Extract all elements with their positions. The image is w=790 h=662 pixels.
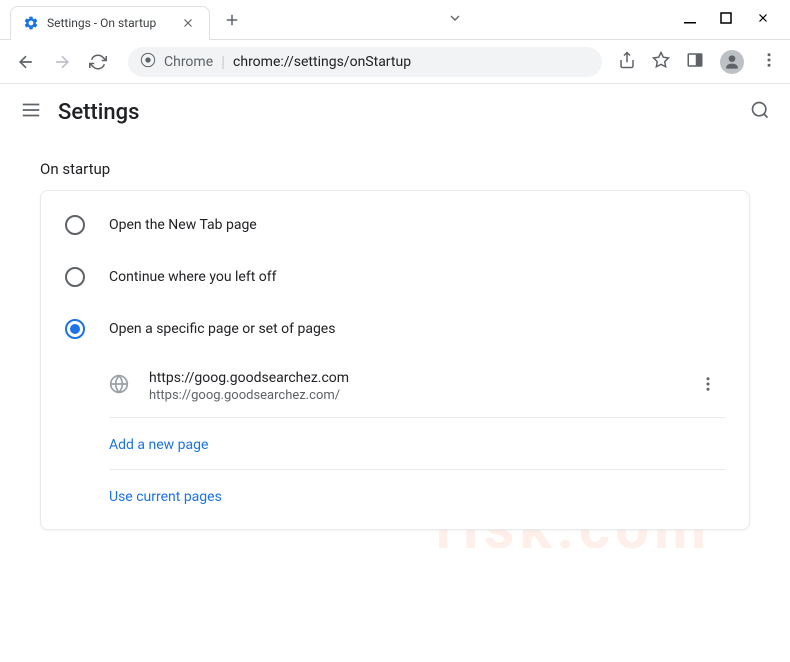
close-button[interactable] — [756, 11, 770, 29]
page-entry-title: https://goog.goodsearchez.com — [149, 370, 671, 386]
reload-button[interactable] — [84, 48, 112, 76]
minimize-button[interactable] — [684, 12, 696, 28]
use-current-link: Use current pages — [109, 489, 222, 505]
page-entry-url: https://goog.goodsearchez.com/ — [149, 388, 671, 403]
share-icon[interactable] — [618, 51, 636, 73]
address-bar[interactable]: Chrome | chrome://settings/onStartup — [128, 47, 602, 77]
tab-search-icon[interactable] — [447, 10, 463, 30]
add-page-link: Add a new page — [109, 437, 208, 453]
maximize-button[interactable] — [720, 12, 732, 28]
radio-label: Open a specific page or set of pages — [109, 321, 335, 337]
more-options-icon[interactable] — [691, 367, 725, 405]
startup-page-entry: https://goog.goodsearchez.com https://go… — [41, 355, 749, 417]
radio-icon — [65, 267, 85, 287]
startup-card: Open the New Tab page Continue where you… — [40, 190, 750, 530]
browser-toolbar: Chrome | chrome://settings/onStartup — [0, 40, 790, 84]
globe-icon — [109, 374, 129, 398]
settings-content: On startup Open the New Tab page Continu… — [0, 140, 790, 550]
window-titlebar: Settings - On startup — [0, 0, 790, 40]
page-title: Settings — [58, 100, 750, 125]
browser-tab[interactable]: Settings - On startup — [10, 6, 210, 40]
side-panel-icon[interactable] — [686, 51, 704, 73]
close-tab-icon[interactable] — [181, 15, 197, 31]
omnibox-chrome-label: Chrome — [164, 54, 213, 70]
radio-icon — [65, 319, 85, 339]
use-current-row[interactable]: Use current pages — [41, 470, 749, 521]
chrome-icon — [140, 52, 156, 72]
back-button[interactable] — [12, 48, 40, 76]
search-icon[interactable] — [750, 100, 770, 124]
radio-icon — [65, 215, 85, 235]
radio-option-new-tab[interactable]: Open the New Tab page — [41, 199, 749, 251]
omnibox-url: chrome://settings/onStartup — [233, 54, 411, 70]
profile-avatar[interactable] — [720, 50, 744, 74]
radio-label: Continue where you left off — [109, 269, 277, 285]
forward-button[interactable] — [48, 48, 76, 76]
section-title: On startup — [40, 160, 750, 178]
gear-icon — [23, 15, 39, 31]
tab-title: Settings - On startup — [47, 16, 181, 30]
new-tab-button[interactable] — [218, 6, 246, 34]
menu-icon[interactable] — [760, 51, 778, 73]
add-page-row[interactable]: Add a new page — [41, 418, 749, 469]
radio-label: Open the New Tab page — [109, 217, 257, 233]
hamburger-icon[interactable] — [20, 99, 42, 125]
radio-option-continue[interactable]: Continue where you left off — [41, 251, 749, 303]
settings-header: Settings — [0, 84, 790, 140]
bookmark-icon[interactable] — [652, 51, 670, 73]
window-controls — [684, 11, 790, 29]
radio-option-specific-pages[interactable]: Open a specific page or set of pages — [41, 303, 749, 355]
